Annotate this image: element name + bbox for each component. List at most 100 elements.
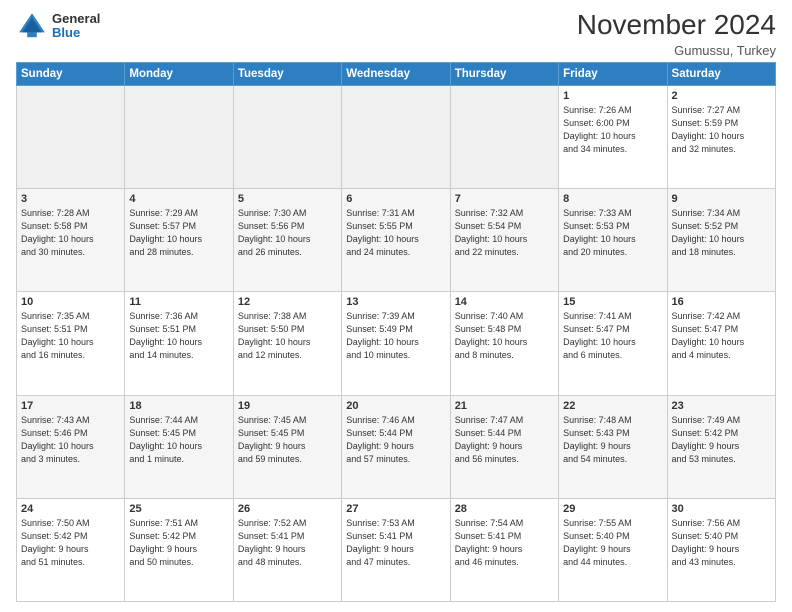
calendar-cell: 16 Sunrise: 7:42 AM Sunset: 5:47 PM Dayli… [667,292,775,395]
calendar-week-3: 17 Sunrise: 7:43 AM Sunset: 5:46 PM Dayli… [17,395,776,498]
day-info: Sunrise: 7:26 AM Sunset: 6:00 PM Dayligh… [563,104,662,156]
day-number: 26 [238,503,337,515]
day-info: Sunrise: 7:28 AM Sunset: 5:58 PM Dayligh… [21,207,120,259]
calendar-week-2: 10 Sunrise: 7:35 AM Sunset: 5:51 PM Dayli… [17,292,776,395]
calendar-cell: 19 Sunrise: 7:45 AM Sunset: 5:45 PM Dayli… [233,395,341,498]
day-info: Sunrise: 7:40 AM Sunset: 5:48 PM Dayligh… [455,310,554,362]
calendar-cell: 27 Sunrise: 7:53 AM Sunset: 5:41 PM Dayli… [342,498,450,601]
day-info: Sunrise: 7:51 AM Sunset: 5:42 PM Dayligh… [129,517,228,569]
calendar-week-0: 1 Sunrise: 7:26 AM Sunset: 6:00 PM Daylig… [17,85,776,188]
logo-blue: Blue [52,26,100,40]
day-info: Sunrise: 7:42 AM Sunset: 5:47 PM Dayligh… [672,310,771,362]
col-header-wednesday: Wednesday [342,62,450,85]
col-header-friday: Friday [559,62,667,85]
day-info: Sunrise: 7:45 AM Sunset: 5:45 PM Dayligh… [238,414,337,466]
day-info: Sunrise: 7:56 AM Sunset: 5:40 PM Dayligh… [672,517,771,569]
day-number: 11 [129,296,228,308]
logo-icon [16,10,48,42]
day-number: 30 [672,503,771,515]
calendar-cell: 2Sunrise: 7:27 AM Sunset: 5:59 PM Daylig… [667,85,775,188]
calendar-cell [450,85,558,188]
calendar-header-row: SundayMondayTuesdayWednesdayThursdayFrid… [17,62,776,85]
calendar-cell: 10 Sunrise: 7:35 AM Sunset: 5:51 PM Dayli… [17,292,125,395]
day-number: 29 [563,503,662,515]
calendar-cell: 11 Sunrise: 7:36 AM Sunset: 5:51 PM Dayli… [125,292,233,395]
day-info: Sunrise: 7:36 AM Sunset: 5:51 PM Dayligh… [129,310,228,362]
day-info: Sunrise: 7:55 AM Sunset: 5:40 PM Dayligh… [563,517,662,569]
day-info: Sunrise: 7:43 AM Sunset: 5:46 PM Dayligh… [21,414,120,466]
day-info: Sunrise: 7:31 AM Sunset: 5:55 PM Dayligh… [346,207,445,259]
calendar-cell: 5Sunrise: 7:30 AM Sunset: 5:56 PM Daylig… [233,189,341,292]
calendar-table: SundayMondayTuesdayWednesdayThursdayFrid… [16,62,776,602]
day-info: Sunrise: 7:35 AM Sunset: 5:51 PM Dayligh… [21,310,120,362]
day-info: Sunrise: 7:53 AM Sunset: 5:41 PM Dayligh… [346,517,445,569]
day-number: 17 [21,400,120,412]
col-header-monday: Monday [125,62,233,85]
day-info: Sunrise: 7:27 AM Sunset: 5:59 PM Dayligh… [672,104,771,156]
calendar-cell: 20Sunrise: 7:46 AM Sunset: 5:44 PM Dayli… [342,395,450,498]
calendar-cell: 18Sunrise: 7:44 AM Sunset: 5:45 PM Dayli… [125,395,233,498]
day-info: Sunrise: 7:29 AM Sunset: 5:57 PM Dayligh… [129,207,228,259]
calendar-cell: 6 Sunrise: 7:31 AM Sunset: 5:55 PM Daylig… [342,189,450,292]
day-info: Sunrise: 7:33 AM Sunset: 5:53 PM Dayligh… [563,207,662,259]
day-info: Sunrise: 7:46 AM Sunset: 5:44 PM Dayligh… [346,414,445,466]
day-info: Sunrise: 7:54 AM Sunset: 5:41 PM Dayligh… [455,517,554,569]
calendar-cell: 15Sunrise: 7:41 AM Sunset: 5:47 PM Dayli… [559,292,667,395]
day-number: 8 [563,193,662,205]
day-info: Sunrise: 7:50 AM Sunset: 5:42 PM Dayligh… [21,517,120,569]
calendar-cell: 23 Sunrise: 7:49 AM Sunset: 5:42 PM Dayli… [667,395,775,498]
calendar-body: 1 Sunrise: 7:26 AM Sunset: 6:00 PM Daylig… [17,85,776,601]
day-number: 1 [563,90,662,102]
calendar-cell: 8 Sunrise: 7:33 AM Sunset: 5:53 PM Daylig… [559,189,667,292]
day-info: Sunrise: 7:49 AM Sunset: 5:42 PM Dayligh… [672,414,771,466]
title-block: November 2024 Gumussu, Turkey [577,10,776,58]
calendar-cell: 29 Sunrise: 7:55 AM Sunset: 5:40 PM Dayli… [559,498,667,601]
day-number: 25 [129,503,228,515]
day-number: 9 [672,193,771,205]
col-header-thursday: Thursday [450,62,558,85]
calendar-cell: 24 Sunrise: 7:50 AM Sunset: 5:42 PM Dayli… [17,498,125,601]
calendar-cell: 14 Sunrise: 7:40 AM Sunset: 5:48 PM Dayli… [450,292,558,395]
day-number: 23 [672,400,771,412]
day-number: 22 [563,400,662,412]
day-info: Sunrise: 7:44 AM Sunset: 5:45 PM Dayligh… [129,414,228,466]
calendar-week-1: 3 Sunrise: 7:28 AM Sunset: 5:58 PM Daylig… [17,189,776,292]
day-number: 10 [21,296,120,308]
day-number: 16 [672,296,771,308]
day-number: 6 [346,193,445,205]
col-header-sunday: Sunday [17,62,125,85]
day-info: Sunrise: 7:41 AM Sunset: 5:47 PM Dayligh… [563,310,662,362]
day-number: 12 [238,296,337,308]
calendar-cell: 3 Sunrise: 7:28 AM Sunset: 5:58 PM Daylig… [17,189,125,292]
day-number: 24 [21,503,120,515]
day-info: Sunrise: 7:38 AM Sunset: 5:50 PM Dayligh… [238,310,337,362]
day-number: 13 [346,296,445,308]
day-info: Sunrise: 7:39 AM Sunset: 5:49 PM Dayligh… [346,310,445,362]
calendar-cell [233,85,341,188]
calendar-cell [125,85,233,188]
calendar-cell: 12 Sunrise: 7:38 AM Sunset: 5:50 PM Dayli… [233,292,341,395]
calendar-cell: 4Sunrise: 7:29 AM Sunset: 5:57 PM Daylig… [125,189,233,292]
day-info: Sunrise: 7:32 AM Sunset: 5:54 PM Dayligh… [455,207,554,259]
day-number: 5 [238,193,337,205]
day-number: 27 [346,503,445,515]
calendar-cell [17,85,125,188]
day-number: 3 [21,193,120,205]
calendar-cell: 25 Sunrise: 7:51 AM Sunset: 5:42 PM Dayli… [125,498,233,601]
day-info: Sunrise: 7:52 AM Sunset: 5:41 PM Dayligh… [238,517,337,569]
calendar-cell: 28 Sunrise: 7:54 AM Sunset: 5:41 PM Dayli… [450,498,558,601]
col-header-tuesday: Tuesday [233,62,341,85]
calendar-cell: 22Sunrise: 7:48 AM Sunset: 5:43 PM Dayli… [559,395,667,498]
day-number: 14 [455,296,554,308]
logo-general: General [52,12,100,26]
logo-text: General Blue [52,12,100,41]
day-number: 19 [238,400,337,412]
calendar-cell [342,85,450,188]
calendar-cell: 13 Sunrise: 7:39 AM Sunset: 5:49 PM Dayli… [342,292,450,395]
calendar-header: SundayMondayTuesdayWednesdayThursdayFrid… [17,62,776,85]
calendar-cell: 7Sunrise: 7:32 AM Sunset: 5:54 PM Daylig… [450,189,558,292]
calendar-week-4: 24 Sunrise: 7:50 AM Sunset: 5:42 PM Dayli… [17,498,776,601]
day-number: 28 [455,503,554,515]
page: General Blue November 2024 Gumussu, Turk… [0,0,792,612]
calendar-cell: 9Sunrise: 7:34 AM Sunset: 5:52 PM Daylig… [667,189,775,292]
